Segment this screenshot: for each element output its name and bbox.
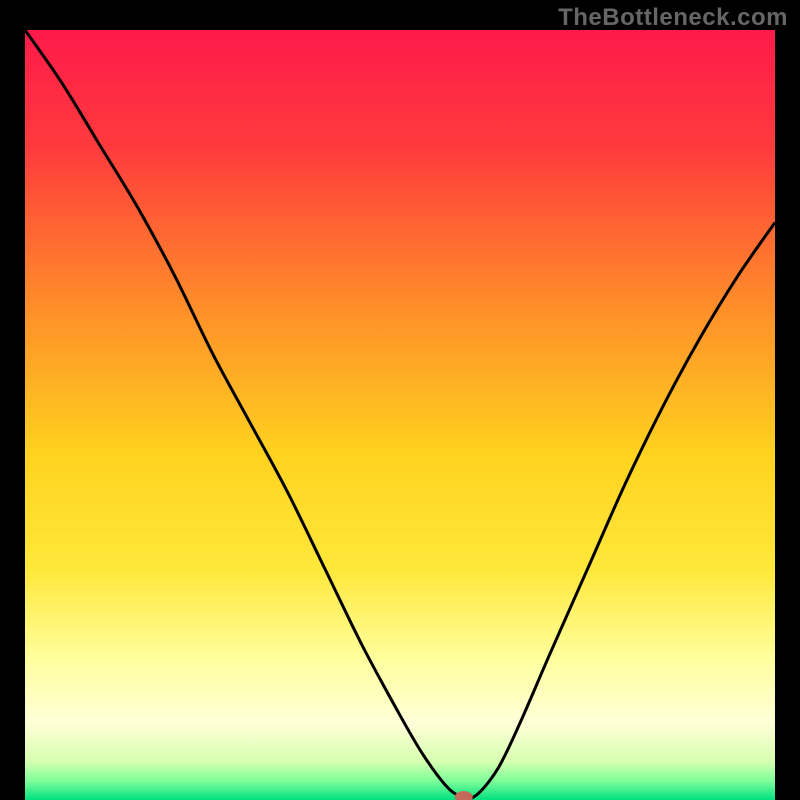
gradient-background	[25, 30, 775, 800]
watermark-text: TheBottleneck.com	[558, 4, 788, 32]
chart-svg	[25, 30, 775, 800]
bottleneck-chart	[25, 30, 775, 800]
chart-frame: TheBottleneck.com	[0, 0, 800, 800]
